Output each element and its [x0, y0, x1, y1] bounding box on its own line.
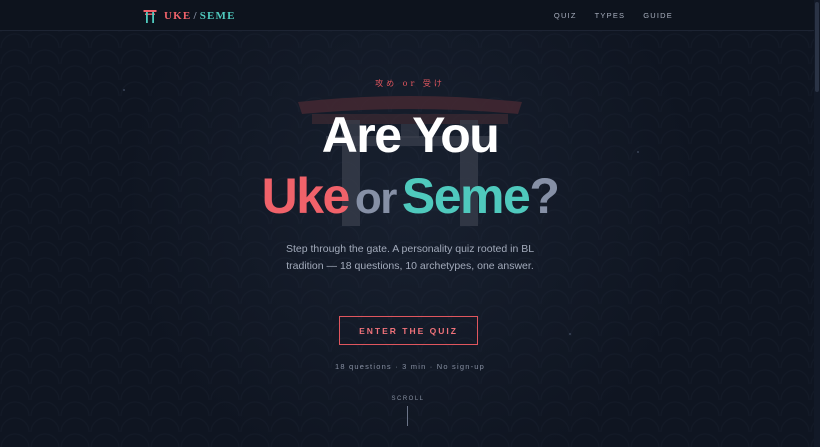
nav-item-types[interactable]: TYPES: [595, 11, 626, 20]
torii-gate-icon: [143, 10, 157, 23]
hero-headline-line1: Are You: [321, 107, 500, 163]
nav-item-quiz[interactable]: QUIZ: [554, 11, 577, 20]
brand-logo-link[interactable]: UKE / SEME: [143, 9, 236, 23]
brand-slash: /: [193, 10, 198, 22]
page: UKE / SEME QUIZ TYPES GUIDE 攻め or 受け Are Y…: [0, 0, 820, 447]
nav-item-guide[interactable]: GUIDE: [643, 11, 673, 20]
headline-seme: Seme: [401, 168, 531, 224]
brand-uke-text: UKE: [164, 10, 192, 22]
hero-kana-tagline: 攻め or 受け: [375, 79, 445, 88]
page-scrollbar[interactable]: [814, 0, 820, 447]
headline-question-mark: ?: [529, 168, 560, 224]
hero-description: Step through the gate. A personality qui…: [285, 243, 535, 272]
enter-quiz-button[interactable]: ENTER THE QUIZ: [339, 316, 478, 345]
scroll-indicator-label[interactable]: SCROLL: [0, 396, 816, 402]
scroll-indicator-line: [407, 406, 408, 426]
brand-name: UKE / SEME: [164, 10, 236, 22]
headline-uke: Uke: [261, 168, 351, 224]
top-navigation-bar: UKE / SEME QUIZ TYPES GUIDE: [0, 0, 820, 31]
headline-or: or: [354, 174, 398, 223]
hero-headline-line2: Uke or Seme?: [0, 168, 820, 227]
star-dot: [123, 89, 125, 91]
main-nav: QUIZ TYPES GUIDE: [554, 11, 673, 20]
quiz-meta-info: 18 questions · 3 min · No sign-up: [334, 362, 486, 371]
scrollbar-thumb[interactable]: [815, 2, 819, 92]
star-dot: [569, 333, 571, 335]
brand-seme-text: SEME: [199, 10, 236, 22]
